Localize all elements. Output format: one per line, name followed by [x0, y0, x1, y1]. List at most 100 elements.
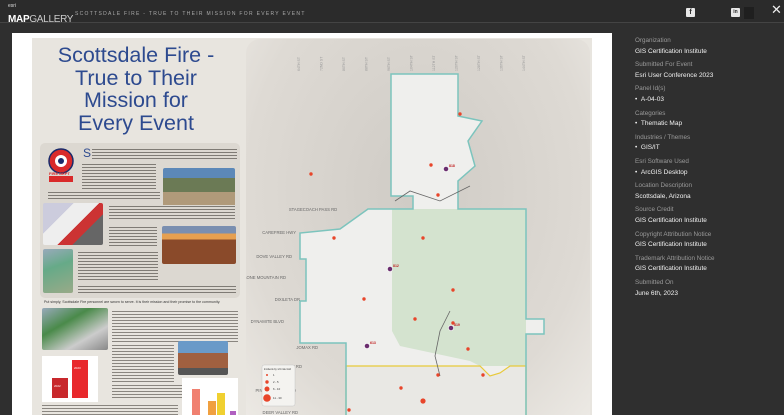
image-viewer[interactable]: Scottsdale Fire - True to Their Mission …: [12, 33, 612, 415]
legend-symbol: [265, 380, 269, 384]
station-label: 812: [393, 264, 399, 268]
street-label: 128TH ST: [477, 54, 481, 71]
street-label: 144TH ST: [522, 54, 526, 71]
legend-title: Incidents by 1/4 mile Grid: [264, 368, 292, 371]
road-label: JOMAX RD: [296, 345, 318, 350]
field-value-text: GIS Certification Institute: [635, 216, 707, 224]
field-value: • ArcGIS Desktop: [635, 169, 688, 176]
bar-2022: [52, 378, 68, 398]
legend-item: 6 - 10: [273, 387, 281, 391]
field-label: Organization: [635, 37, 671, 44]
legend-symbol: [263, 394, 271, 402]
incident-dot: [332, 236, 336, 240]
title-line: Scottsdale Fire -: [57, 43, 215, 67]
field-value: GIS Certification Institute: [635, 48, 707, 55]
field-value: GIS Certification Institute: [635, 217, 707, 224]
field-value-text: A-04-03: [640, 95, 665, 103]
poster: Scottsdale Fire - True to Their Mission …: [32, 38, 592, 415]
field-label: Industries / Themes: [635, 133, 691, 141]
fire-station-icon: [387, 266, 393, 272]
street-label: 120TH ST: [455, 54, 459, 71]
fire-truck-photo: [43, 203, 103, 245]
close-icon[interactable]: ✕: [771, 2, 782, 18]
street-label: 136TH ST: [500, 54, 504, 71]
stadium-photo: [42, 308, 108, 350]
road-label: DEER VALLEY RD: [263, 410, 298, 415]
fire-dept-logo: FIRE DEPT: [44, 147, 78, 185]
old-town-photo: [178, 341, 228, 375]
incident-dot: [420, 398, 426, 404]
linkedin-icon[interactable]: in: [731, 8, 740, 17]
incident-dot: [413, 317, 417, 321]
incident-dot: [362, 297, 366, 301]
legend-symbol: [266, 374, 268, 376]
field-value: • GIS/IT: [635, 144, 660, 151]
incident-dot: [399, 386, 403, 390]
logo-gallery: GALLERY: [29, 14, 74, 25]
map-gallery-logo[interactable]: esri MAPGALLERY: [8, 4, 73, 27]
desert-trail-photo: [163, 168, 235, 208]
field-label: Trademark Attribution Notice: [635, 254, 715, 262]
station-label: 819: [454, 323, 460, 327]
incident-dot: [429, 163, 433, 167]
share-button[interactable]: [744, 7, 754, 19]
incident-dot: [421, 236, 425, 240]
road-label: CAREFREE HWY: [262, 230, 296, 235]
intro-box: FIRE DEPT S: [40, 143, 240, 298]
desert-sunset-photo: [162, 226, 236, 264]
field-value: GIS Certification Institute: [635, 241, 707, 248]
incident-dot: [466, 347, 470, 351]
title-line: Every Event: [78, 110, 194, 135]
incident-dot: [481, 373, 485, 377]
road-label: LONE MOUNTAIN RD: [246, 275, 286, 280]
street-label: 88TH ST: [365, 56, 369, 71]
mcdowell-preserve: [392, 209, 526, 366]
legend-item: 11 - 30: [273, 396, 282, 400]
field-value: GIS Certification Institute: [635, 265, 707, 272]
legend-item: 2 - 5: [273, 380, 279, 384]
field-label: Submitted For Event: [635, 61, 693, 69]
street-label: 96TH ST: [387, 56, 391, 71]
road-label: DIXILETA DR: [275, 297, 300, 302]
field-value-text: GIS/IT: [640, 144, 660, 152]
field-value: Esri User Conference 2023: [635, 72, 713, 79]
incident-dot: [451, 288, 455, 292]
road-label: DOVE VALLEY RD: [256, 254, 292, 259]
legend-symbol: [264, 386, 270, 392]
esri-logo-text: esri: [8, 3, 17, 9]
field-value-text: Scottsdale, Arizona: [635, 192, 691, 200]
title-line: Mission for: [84, 88, 188, 112]
drop-cap-s: S: [83, 146, 92, 160]
field-value-text: GIS Certification Institute: [635, 47, 707, 55]
fire-station-icon: [448, 325, 454, 331]
top-bar: esri MAPGALLERY Scottsdale Fire - True t…: [0, 0, 784, 25]
incident-dot: [436, 193, 440, 197]
bar-chart: 2022 2023: [42, 356, 98, 402]
incident-dot: [458, 112, 462, 116]
field-value-text: GIS Certification Institute: [635, 265, 707, 273]
incident-map: CAREFREE HWY DOVE VALLEY RD LONE MOUNTAIN …: [246, 39, 590, 415]
field-value: June 6th, 2023: [635, 290, 678, 297]
logo-text: FIRE DEPT: [49, 171, 70, 176]
field-label: Copyright Attribution Notice: [635, 230, 712, 238]
facebook-icon[interactable]: f: [686, 8, 695, 17]
street-label: 80TH ST: [342, 56, 346, 71]
summary-sentence: Put simply, Scottsdale Fire personnel ar…: [44, 300, 221, 304]
field-value-text: Esri User Conference 2023: [635, 71, 714, 79]
field-value: • Thematic Map: [635, 120, 682, 127]
incident-dot: [436, 373, 440, 377]
field-value-text: Thematic Map: [640, 120, 683, 128]
fire-station-icon: [443, 166, 449, 172]
field-label: Submitted On: [635, 279, 674, 286]
field-value: • A-04-03: [635, 96, 664, 103]
street-label: 64TH ST: [297, 56, 301, 71]
small-bar-chart: [182, 378, 238, 415]
field-label: Source Credit: [635, 206, 674, 214]
station-label: 818: [449, 164, 455, 168]
field-value: Scottsdale, Arizona: [635, 193, 691, 200]
bar-label: 2022: [54, 384, 61, 388]
fire-station-icon: [364, 343, 370, 349]
incident-dot: [309, 172, 313, 176]
title-line: True to Their: [75, 65, 197, 90]
field-label: Categories: [635, 109, 666, 117]
